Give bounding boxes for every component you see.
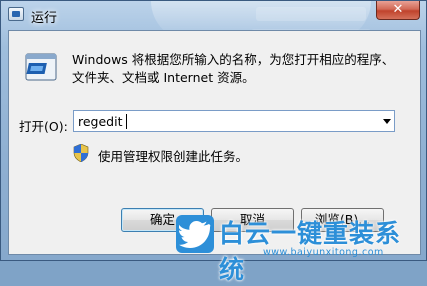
open-combobox[interactable]: regedit xyxy=(73,110,395,132)
watermark-bird-logo xyxy=(176,215,214,253)
open-input[interactable]: regedit xyxy=(78,114,123,129)
text-caret xyxy=(126,114,127,129)
bird-icon xyxy=(179,221,211,248)
admin-note: 使用管理权限创建此任务。 xyxy=(98,149,249,164)
uac-shield-icon xyxy=(73,144,89,162)
watermark-url: www.baiyunxitong.com xyxy=(263,247,384,258)
window-title: 运行 xyxy=(31,11,58,26)
open-label: 打开(O): xyxy=(19,119,68,134)
close-icon: ✕ xyxy=(392,2,404,17)
run-description: Windows 将根据您所输入的名称，为您打开相应的程序、 文件夹、文档或 In… xyxy=(72,52,395,85)
run-app-icon xyxy=(8,7,24,21)
close-button[interactable]: ✕ xyxy=(376,1,420,20)
chevron-down-icon[interactable] xyxy=(383,119,391,124)
run-program-icon xyxy=(25,53,57,81)
run-dialog-window: 运行 ✕ Windows 将根据您所输入的名称，为您打开相应的程序、 文件夹、文… xyxy=(0,0,427,284)
title-bar[interactable]: 运行 ✕ xyxy=(1,1,426,29)
